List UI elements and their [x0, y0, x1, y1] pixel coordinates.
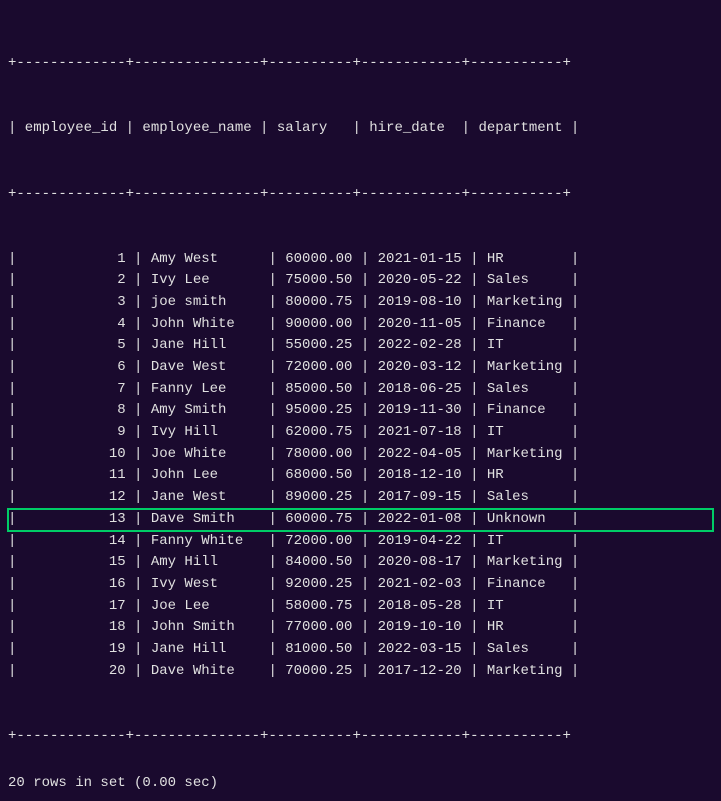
row-content: | 16 | Ivy West | 92000.25 | 2021-02-03 … [8, 574, 579, 596]
table-row: | 8 | Amy Smith | 95000.25 | 2019-11-30 … [8, 400, 713, 422]
row-content: | 20 | Dave White | 70000.25 | 2017-12-2… [8, 661, 579, 683]
row-content: | 1 | Amy West | 60000.00 | 2021-01-15 |… [8, 249, 579, 271]
table-row: | 5 | Jane Hill | 55000.25 | 2022-02-28 … [8, 335, 713, 357]
row-content: | 7 | Fanny Lee | 85000.50 | 2018-06-25 … [8, 379, 579, 401]
dash-line-bottom: +-------------+---------------+---------… [8, 726, 571, 748]
table-row: | 7 | Fanny Lee | 85000.50 | 2018-06-25 … [8, 379, 713, 401]
table-row: | 11 | John Lee | 68000.50 | 2018-12-10 … [8, 465, 713, 487]
row-content: | 14 | Fanny White | 72000.00 | 2019-04-… [8, 531, 579, 553]
dash-line-top: +-------------+---------------+---------… [8, 53, 571, 75]
row-content: | 10 | Joe White | 78000.00 | 2022-04-05… [8, 444, 579, 466]
table-header: | employee_id | employee_name | salary |… [8, 118, 713, 140]
table-row: | 18 | John Smith | 77000.00 | 2019-10-1… [8, 617, 713, 639]
row-content: | 5 | Jane Hill | 55000.25 | 2022-02-28 … [8, 335, 579, 357]
table-row: | 14 | Fanny White | 72000.00 | 2019-04-… [8, 531, 713, 553]
row-content: | 6 | Dave West | 72000.00 | 2020-03-12 … [8, 357, 579, 379]
row-content: | 11 | John Lee | 68000.50 | 2018-12-10 … [8, 465, 579, 487]
row-content: | 19 | Jane Hill | 81000.50 | 2022-03-15… [8, 639, 579, 661]
row-content: | 12 | Jane West | 89000.25 | 2017-09-15… [8, 487, 579, 509]
top-separator: +-------------+---------------+---------… [8, 53, 713, 75]
table-container: +-------------+---------------+---------… [8, 10, 713, 769]
row-content: | 13 | Dave Smith | 60000.75 | 2022-01-0… [8, 509, 579, 531]
dash-line-header: +-------------+---------------+---------… [8, 184, 571, 206]
table-row: | 3 | joe smith | 80000.75 | 2019-08-10 … [8, 292, 713, 314]
row-content: | 2 | Ivy Lee | 75000.50 | 2020-05-22 | … [8, 270, 579, 292]
table-row: | 12 | Jane West | 89000.25 | 2017-09-15… [8, 487, 713, 509]
row-content: | 17 | Joe Lee | 58000.75 | 2018-05-28 |… [8, 596, 579, 618]
table-row: | 9 | Ivy Hill | 62000.75 | 2021-07-18 |… [8, 422, 713, 444]
table-row: | 19 | Jane Hill | 81000.50 | 2022-03-15… [8, 639, 713, 661]
bottom-separator: +-------------+---------------+---------… [8, 726, 713, 748]
row-content: | 4 | John White | 90000.00 | 2020-11-05… [8, 314, 579, 336]
table-row: | 1 | Amy West | 60000.00 | 2021-01-15 |… [8, 249, 713, 271]
row-content: | 3 | joe smith | 80000.75 | 2019-08-10 … [8, 292, 579, 314]
table-row: | 10 | Joe White | 78000.00 | 2022-04-05… [8, 444, 713, 466]
footer: 20 rows in set (0.00 sec) [8, 775, 713, 791]
table-row: | 4 | John White | 90000.00 | 2020-11-05… [8, 314, 713, 336]
table-row: | 16 | Ivy West | 92000.25 | 2021-02-03 … [8, 574, 713, 596]
table-row: | 2 | Ivy Lee | 75000.50 | 2020-05-22 | … [8, 270, 713, 292]
table-rows: | 1 | Amy West | 60000.00 | 2021-01-15 |… [8, 249, 713, 683]
row-content: | 9 | Ivy Hill | 62000.75 | 2021-07-18 |… [8, 422, 579, 444]
row-content: | 8 | Amy Smith | 95000.25 | 2019-11-30 … [8, 400, 579, 422]
table-row: | 17 | Joe Lee | 58000.75 | 2018-05-28 |… [8, 596, 713, 618]
row-content: | 18 | John Smith | 77000.00 | 2019-10-1… [8, 617, 579, 639]
table-row: | 15 | Amy Hill | 84000.50 | 2020-08-17 … [8, 552, 713, 574]
table-row: | 13 | Dave Smith | 60000.75 | 2022-01-0… [8, 509, 713, 531]
table-row: | 20 | Dave White | 70000.25 | 2017-12-2… [8, 661, 713, 683]
table-row: | 6 | Dave West | 72000.00 | 2020-03-12 … [8, 357, 713, 379]
header-separator: +-------------+---------------+---------… [8, 184, 713, 206]
header-row: | employee_id | employee_name | salary |… [8, 118, 579, 140]
row-content: | 15 | Amy Hill | 84000.50 | 2020-08-17 … [8, 552, 579, 574]
